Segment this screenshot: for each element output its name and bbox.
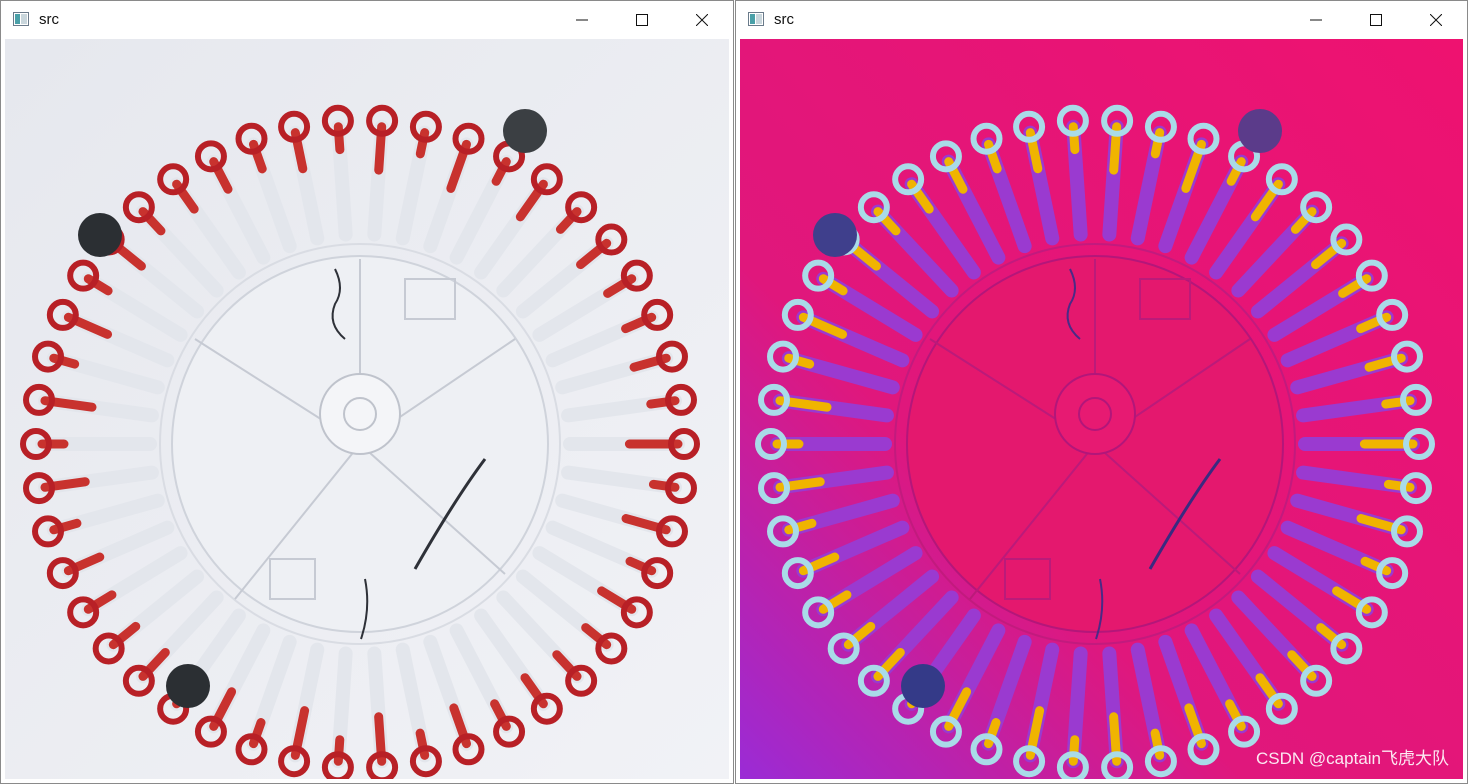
microfluidic-disc-photo — [5, 39, 729, 779]
close-button[interactable] — [1407, 1, 1465, 39]
window-title: src — [774, 11, 794, 28]
app-icon — [13, 12, 29, 26]
right-image-window: src CSDN @captain飞虎大队 — [735, 0, 1468, 784]
maximize-icon — [1370, 14, 1382, 26]
close-button[interactable] — [673, 1, 731, 39]
close-icon — [1430, 14, 1442, 26]
microfluidic-disc-falsecolor — [740, 39, 1463, 779]
image-canvas — [5, 39, 729, 779]
left-image-window: src — [0, 0, 734, 784]
black-marker — [813, 213, 857, 257]
black-marker — [1238, 109, 1282, 153]
image-canvas: CSDN @captain飞虎大队 — [740, 39, 1463, 779]
app-icon — [748, 12, 764, 26]
black-marker — [166, 664, 210, 708]
title-bar[interactable]: src — [1, 1, 733, 39]
close-icon — [696, 14, 708, 26]
black-marker — [503, 109, 547, 153]
watermark-text: CSDN @captain飞虎大队 — [1256, 749, 1449, 768]
maximize-icon — [636, 14, 648, 26]
minimize-icon — [576, 19, 588, 21]
minimize-button[interactable] — [553, 1, 611, 39]
maximize-button[interactable] — [613, 1, 671, 39]
black-marker — [78, 213, 122, 257]
window-title: src — [39, 11, 59, 28]
maximize-button[interactable] — [1347, 1, 1405, 39]
minimize-button[interactable] — [1287, 1, 1345, 39]
black-marker — [901, 664, 945, 708]
title-bar[interactable]: src — [736, 1, 1467, 39]
minimize-icon — [1310, 19, 1322, 21]
